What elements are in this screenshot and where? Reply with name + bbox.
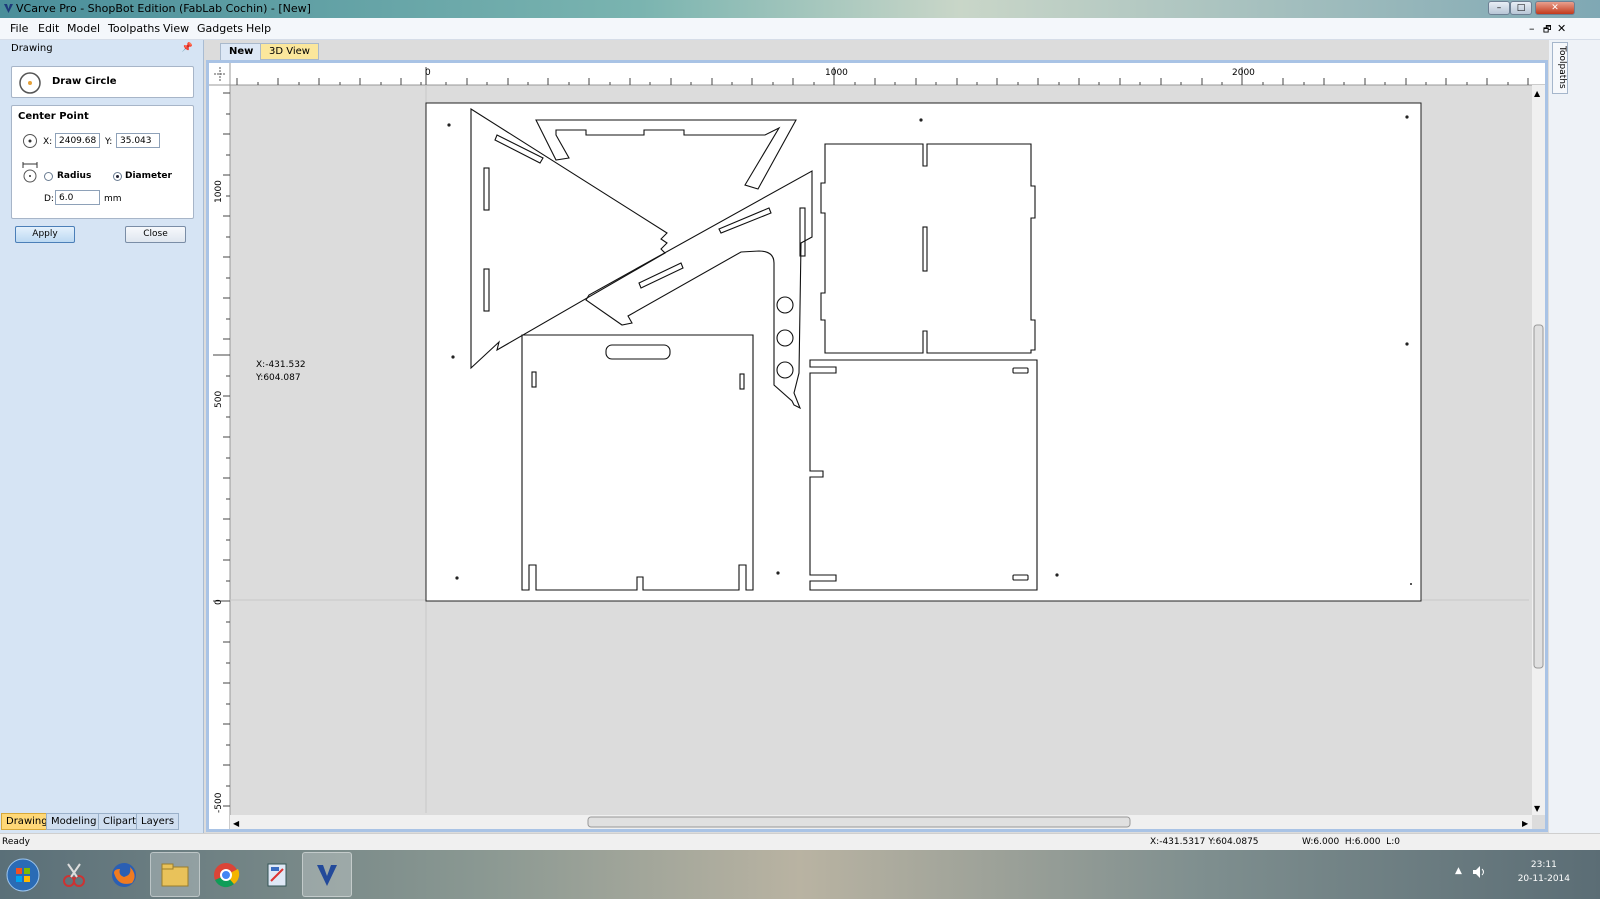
tab-modeling[interactable]: Modeling — [46, 813, 102, 830]
vcarve-app-icon — [4, 4, 13, 13]
status-coordinates: X:-431.5317 Y:604.0875 — [1150, 837, 1259, 847]
folder-icon — [161, 863, 189, 886]
minimize-button[interactable]: – — [1488, 1, 1510, 15]
volume-icon[interactable] — [1472, 865, 1486, 879]
left-ruler-label-0: 0 — [214, 599, 224, 605]
tab-clipart[interactable]: Clipart — [98, 813, 142, 830]
menu-edit[interactable]: Edit — [38, 22, 59, 35]
close-window-button[interactable]: ✕ — [1535, 1, 1575, 15]
mdi-close-button[interactable]: ✕ — [1557, 22, 1566, 35]
app-document-icon — [267, 863, 287, 886]
menu-model[interactable]: Model — [67, 22, 100, 35]
unit-label: mm — [104, 194, 122, 204]
2d-view[interactable]: 0 1000 2000 1000 500 0 -500 X:-431.532 Y… — [206, 60, 1548, 832]
menu-gadgets[interactable]: Gadgets — [197, 22, 243, 35]
cursor-x-readout: X:-431.532 — [256, 360, 306, 370]
top-ruler-label-2000: 2000 — [1232, 68, 1255, 78]
taskbar-explorer[interactable] — [150, 852, 200, 897]
top-ruler-label-1000: 1000 — [825, 68, 848, 78]
pin-icon[interactable]: 📌 — [182, 43, 193, 53]
menu-view[interactable]: View — [163, 22, 189, 35]
draw-circle-header: Draw Circle — [11, 66, 194, 98]
close-button[interactable]: Close — [125, 226, 186, 243]
y-input[interactable] — [116, 133, 160, 148]
taskbar-clock[interactable]: 23:11 20-11-2014 — [1518, 858, 1570, 886]
menu-file[interactable]: File — [10, 22, 28, 35]
taskbar: ▲ 23:11 20-11-2014 — [0, 850, 1600, 899]
tab-drawing[interactable]: Drawing — [1, 813, 53, 830]
menu-bar: File Edit Model Toolpaths View Gadgets H… — [0, 18, 1600, 40]
taskbar-firefox[interactable] — [99, 852, 149, 897]
left-ruler-label-neg500: -500 — [214, 792, 224, 813]
panel-tab-strip: Drawing Modeling Clipart Layers — [0, 813, 204, 830]
tab-layers[interactable]: Layers — [136, 813, 180, 830]
status-ready: Ready — [2, 837, 30, 847]
right-strip — [1549, 40, 1600, 844]
tray-expand-icon[interactable]: ▲ — [1455, 866, 1462, 876]
taskbar-app[interactable] — [252, 852, 302, 897]
maximize-button[interactable]: □ — [1510, 1, 1532, 15]
vertical-scroll-thumb[interactable] — [1533, 324, 1544, 669]
x-label: X: — [43, 137, 53, 147]
diameter-label: Diameter — [125, 171, 172, 181]
diameter-input[interactable] — [55, 190, 100, 205]
clock-date: 20-11-2014 — [1517, 874, 1570, 884]
horizontal-scroll-thumb[interactable] — [587, 816, 1131, 828]
status-bar: Ready X:-431.5317 Y:604.0875 W:6.000 H:6… — [0, 833, 1600, 850]
scissors-icon — [63, 862, 85, 887]
d-label: D: — [44, 194, 54, 204]
tab-3d-view[interactable]: 3D View — [260, 43, 319, 60]
menu-help[interactable]: Help — [246, 22, 271, 35]
radius-radio[interactable] — [44, 172, 53, 181]
scroll-down-arrow-icon[interactable]: ▼ — [1534, 804, 1541, 813]
draw-circle-title: Draw Circle — [52, 76, 117, 87]
design-canvas[interactable]: 0 1000 2000 1000 500 0 -500 X:-431.532 Y… — [209, 63, 1545, 829]
x-input[interactable] — [55, 133, 100, 148]
status-size: W:6.000 H:6.000 L:0 — [1302, 837, 1400, 847]
window-title: VCarve Pro - ShopBot Edition (FabLab Coc… — [16, 2, 311, 15]
mdi-minimize-button[interactable]: – — [1529, 22, 1535, 35]
left-ruler-label-1000: 1000 — [214, 180, 224, 203]
vcarve-icon — [317, 864, 337, 886]
taskbar-snipping-tool[interactable] — [49, 852, 99, 897]
panel-title: Drawing — [11, 43, 53, 54]
center-point-icon — [23, 134, 37, 148]
toolpaths-side-tab[interactable]: Toolpaths — [1552, 42, 1568, 94]
left-ruler-label-500: 500 — [214, 391, 224, 408]
scroll-right-arrow-icon[interactable]: ▶ — [1522, 819, 1529, 828]
chrome-icon — [214, 862, 240, 887]
menu-toolpaths[interactable]: Toolpaths — [108, 22, 160, 35]
clock-time: 23:11 — [1530, 860, 1557, 870]
firefox-icon — [112, 862, 136, 887]
document-tabs: New 3D View — [206, 42, 1546, 60]
scroll-up-arrow-icon[interactable]: ▲ — [1534, 89, 1541, 98]
drawing-panel: Drawing 📌 Draw Circle Center Point X: Y:… — [0, 40, 204, 844]
radius-diameter-icon — [22, 162, 38, 183]
top-ruler — [209, 63, 1545, 85]
title-bar: VCarve Pro - ShopBot Edition (FabLab Coc… — [0, 0, 1600, 18]
taskbar-vcarve[interactable] — [302, 852, 352, 897]
radius-label: Radius — [57, 171, 92, 181]
center-point-header: Center Point — [18, 111, 89, 122]
start-button[interactable] — [0, 852, 46, 897]
scroll-left-arrow-icon[interactable]: ◀ — [233, 819, 240, 828]
left-ruler — [209, 63, 230, 829]
taskbar-chrome[interactable] — [201, 852, 251, 897]
top-ruler-label-0: 0 — [425, 68, 431, 78]
cursor-y-readout: Y:604.087 — [255, 373, 301, 383]
diameter-radio[interactable] — [113, 172, 122, 181]
y-label: Y: — [105, 137, 113, 147]
apply-button[interactable]: Apply — [15, 226, 75, 243]
mdi-restore-button[interactable]: 🗗 — [1543, 22, 1551, 38]
draw-circle-icon — [19, 72, 41, 94]
center-point-group: Center Point X: Y: Radius Diameter D: mm — [11, 105, 194, 219]
windows-start-icon — [6, 858, 40, 891]
tab-new[interactable]: New — [220, 43, 263, 60]
